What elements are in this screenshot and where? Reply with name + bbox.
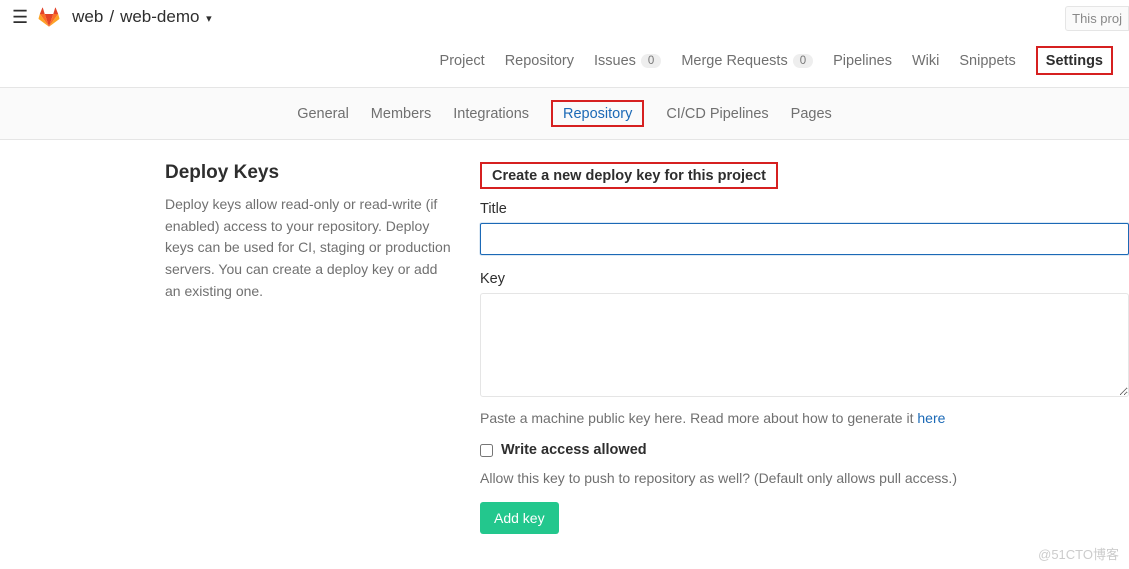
key-label: Key (480, 271, 1129, 287)
primary-nav: Project Repository Issues 0 Merge Reques… (0, 34, 1129, 88)
tab-issues[interactable]: Issues 0 (594, 53, 661, 69)
generate-help-link[interactable]: here (917, 410, 945, 426)
watermark: @51CTO博客 (1038, 544, 1119, 563)
subtab-pages[interactable]: Pages (791, 106, 832, 122)
title-label: Title (480, 201, 1129, 217)
project-action-button[interactable]: This proj (1065, 6, 1129, 31)
section-description: Deploy keys allow read-only or read-writ… (165, 194, 452, 302)
tab-repository[interactable]: Repository (505, 53, 574, 69)
hamburger-menu-icon[interactable]: ☰ (12, 7, 28, 28)
write-access-checkbox[interactable] (480, 444, 493, 457)
tab-settings[interactable]: Settings (1046, 53, 1103, 69)
breadcrumb-project[interactable]: web-demo ▾ (120, 7, 212, 27)
title-input[interactable] (480, 223, 1129, 255)
mr-count-badge: 0 (793, 54, 813, 68)
subtab-members[interactable]: Members (371, 106, 431, 122)
key-help-text: Paste a machine public key here. Read mo… (480, 410, 1129, 426)
tab-snippets[interactable]: Snippets (959, 53, 1015, 69)
secondary-nav: General Members Integrations Repository … (0, 88, 1129, 140)
tab-pipelines[interactable]: Pipelines (833, 53, 892, 69)
issues-count-badge: 0 (641, 54, 661, 68)
write-access-label: Write access allowed (501, 442, 647, 458)
tab-project[interactable]: Project (440, 53, 485, 69)
breadcrumb-group[interactable]: web (72, 7, 103, 27)
subtab-repository[interactable]: Repository (563, 106, 632, 122)
add-key-button[interactable]: Add key (480, 502, 559, 534)
tab-wiki[interactable]: Wiki (912, 53, 939, 69)
form-title: Create a new deploy key for this project (492, 168, 766, 184)
subtab-general[interactable]: General (297, 106, 349, 122)
key-textarea[interactable] (480, 293, 1129, 397)
write-access-help: Allow this key to push to repository as … (480, 470, 1129, 486)
subtab-integrations[interactable]: Integrations (453, 106, 529, 122)
breadcrumb: web / web-demo ▾ (72, 7, 212, 27)
chevron-down-icon: ▾ (206, 13, 212, 25)
subtab-cicd[interactable]: CI/CD Pipelines (666, 106, 768, 122)
section-heading: Deploy Keys (165, 162, 452, 184)
gitlab-logo-icon[interactable] (38, 6, 60, 28)
tab-merge-requests[interactable]: Merge Requests 0 (681, 53, 813, 69)
